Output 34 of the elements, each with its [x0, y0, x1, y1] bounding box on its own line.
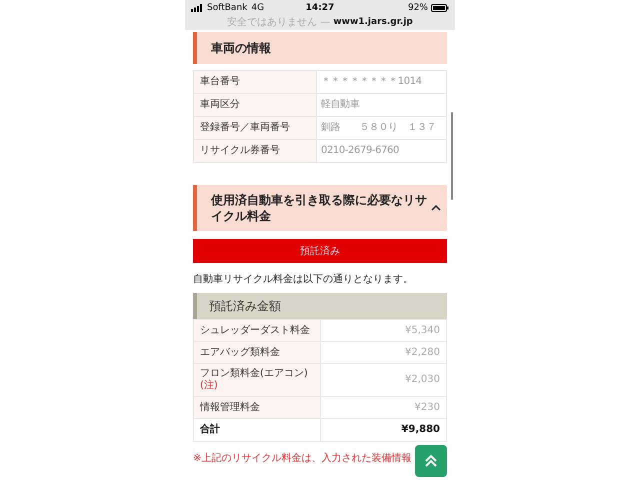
table-cell: ¥2,030 [320, 364, 446, 396]
table-cell: 車台番号 [194, 70, 316, 94]
table-cell: ＊＊＊＊＊＊＊＊1014 [316, 70, 446, 94]
security-warning: 安全ではありません — [227, 16, 330, 29]
fee-label: 情報管理料金 [200, 402, 260, 412]
address-url[interactable]: www1.jars.gr.jp [333, 17, 413, 27]
fee-label: フロン類料金(エアコン) [200, 368, 308, 379]
table-cell: 0210-2679-6760 [316, 140, 446, 162]
battery-percent: 92% [408, 2, 428, 12]
fee-label: シュレッダーダスト料金 [200, 324, 310, 336]
note-text: ※上記のリサイクル料金は、入力された装備情報 [193, 452, 412, 465]
total-label: 合計 [200, 424, 220, 435]
intro-text: 自動車リサイクル料金は以下の通りとなります。 [193, 272, 414, 286]
table-cell: 釧路 ５８０り １３７ [316, 116, 446, 140]
table-header: 預託済み金額 [193, 293, 447, 319]
table-cell: ¥2,280 [320, 342, 446, 364]
table-cell: 登録番号／車両番号 [194, 116, 316, 140]
network-type: 4G [251, 2, 264, 12]
double-chevron-icon [424, 454, 438, 468]
carrier-name: SoftBank [207, 2, 248, 12]
table-cell: 軽自動車 [316, 94, 446, 116]
note-link[interactable]: (注) [200, 380, 314, 392]
signal-icon [191, 4, 203, 12]
table-cell: ¥9,880 [320, 418, 446, 442]
fee-label: エアバッグ類料金 [200, 346, 280, 358]
status-button[interactable]: 預託済み [193, 239, 447, 263]
table-cell: ¥5,340 [320, 320, 446, 342]
table-cell: リサイクル券番号 [194, 140, 316, 162]
table-cell: 車両区分 [194, 94, 316, 116]
section-header: 車両の情報 [193, 32, 447, 64]
section-header[interactable]: 使用済自動車を引き取る際に必要なリサイクル料金 [193, 185, 447, 231]
battery-icon [431, 4, 449, 12]
scroll-top-button[interactable] [415, 445, 447, 477]
status-time: 14:27 [306, 2, 334, 12]
